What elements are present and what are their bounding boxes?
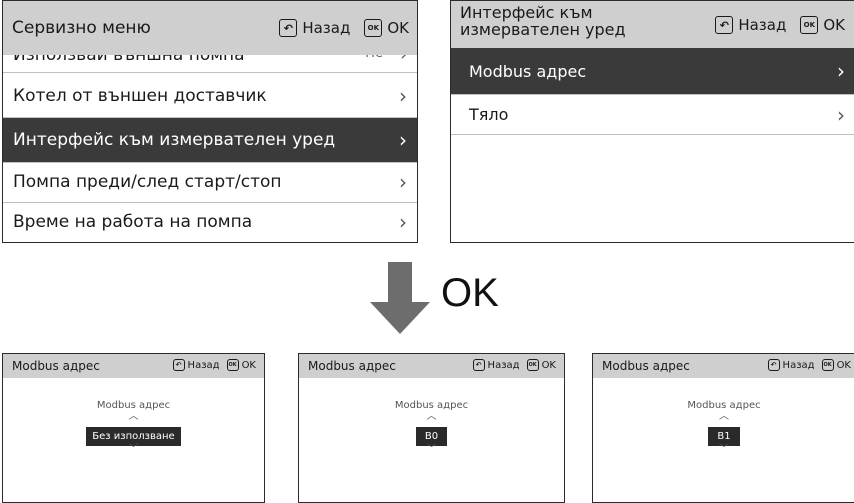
- chevron-right-icon: ›: [837, 59, 845, 83]
- chevron-down-icon[interactable]: ﹀: [3, 445, 264, 455]
- chevron-down-icon[interactable]: ﹀: [593, 445, 854, 455]
- ok-key-icon[interactable]: OK: [364, 19, 383, 37]
- list-item[interactable]: Помпа преди/след старт/стоп ›: [3, 163, 417, 203]
- modbus-header: Modbus адрес ↶ Назад OK OK: [299, 354, 564, 378]
- back-button[interactable]: Назад: [188, 360, 220, 371]
- ok-button[interactable]: OK: [387, 19, 409, 37]
- back-arrow-icon[interactable]: ↶: [715, 16, 734, 34]
- ok-button[interactable]: OK: [823, 16, 845, 34]
- service-menu-header: Сервизно меню ↶ Назад OK OK: [3, 1, 417, 55]
- list-item-selected[interactable]: Интерфейс към измервателен уред ›: [3, 118, 417, 163]
- list-item[interactable]: Котел от външен доставчик ›: [3, 73, 417, 118]
- modbus-screen: Modbus адрес ↶ Назад OK OK Modbus адрес …: [298, 353, 565, 503]
- back-button[interactable]: Назад: [738, 16, 786, 34]
- page-title: Modbus адрес: [308, 359, 396, 373]
- header-actions: ↶ Назад OK OK: [715, 16, 845, 34]
- page-title: Modbus адрес: [12, 359, 100, 373]
- value-caption: Modbus адрес: [394, 400, 469, 411]
- down-arrow-icon: [388, 262, 412, 304]
- page-title: Modbus адрес: [602, 359, 690, 373]
- chevron-up-icon[interactable]: ︿: [3, 412, 264, 422]
- meter-interface-header: Интерфейс към измервателен уред ↶ Назад …: [451, 1, 854, 48]
- back-arrow-icon[interactable]: ↶: [472, 359, 485, 371]
- list-item[interactable]: Тяло ›: [451, 95, 854, 135]
- chevron-up-icon[interactable]: ︿: [299, 412, 564, 422]
- meter-interface-panel: Интерфейс към измервателен уред ↶ Назад …: [450, 0, 854, 243]
- chevron-up-icon[interactable]: ︿: [593, 412, 854, 422]
- header-actions: ↶ Назад OK OK: [472, 359, 556, 371]
- header-actions: ↶ Назад OK OK: [767, 359, 851, 371]
- back-arrow-icon[interactable]: ↶: [172, 359, 185, 371]
- back-arrow-icon[interactable]: ↶: [279, 19, 298, 37]
- chevron-right-icon: ›: [837, 103, 845, 127]
- transition-ok-label: OK: [441, 271, 499, 315]
- chevron-right-icon: ›: [399, 128, 407, 152]
- value-caption: Modbus адрес: [96, 400, 171, 411]
- ok-key-icon[interactable]: OK: [226, 359, 239, 371]
- ok-button[interactable]: OK: [542, 360, 556, 371]
- header-actions: ↶ Назад OK OK: [279, 19, 409, 37]
- item-value: Не: [365, 55, 383, 61]
- back-button[interactable]: Назад: [783, 360, 815, 371]
- chevron-right-icon: ›: [400, 55, 407, 65]
- modbus-header: Modbus адрес ↶ Назад OK OK: [3, 354, 264, 378]
- chevron-right-icon: ›: [399, 210, 407, 234]
- back-button[interactable]: Назад: [302, 19, 350, 37]
- modbus-header: Modbus адрес ↶ Назад OK OK: [593, 354, 854, 378]
- ok-key-icon[interactable]: OK: [821, 359, 834, 371]
- page-title: Интерфейс към измервателен уред: [460, 3, 626, 39]
- down-arrow-head-icon: [370, 302, 430, 334]
- value-caption: Modbus адрес: [687, 400, 761, 411]
- modbus-screen: Modbus адрес ↶ Назад OK OK Modbus адрес …: [592, 353, 854, 503]
- list-item[interactable]: Време на работа на помпа ›: [3, 203, 417, 242]
- page-title: Сервизно меню: [12, 18, 151, 38]
- back-arrow-icon[interactable]: ↶: [767, 359, 780, 371]
- list-item-selected[interactable]: Modbus адрес ›: [451, 48, 854, 95]
- list-item[interactable]: Използвай външна помпа Не ›: [3, 55, 417, 73]
- ok-key-icon[interactable]: OK: [800, 16, 819, 34]
- ok-key-icon[interactable]: OK: [526, 359, 539, 371]
- ok-button[interactable]: OK: [242, 360, 256, 371]
- service-menu-panel: Сервизно меню ↶ Назад OK OK Използвай въ…: [2, 0, 418, 243]
- chevron-down-icon[interactable]: ﹀: [299, 445, 564, 455]
- header-actions: ↶ Назад OK OK: [172, 359, 256, 371]
- back-button[interactable]: Назад: [488, 360, 520, 371]
- chevron-right-icon: ›: [399, 170, 407, 194]
- ok-button[interactable]: OK: [837, 360, 851, 371]
- modbus-screen: Modbus адрес ↶ Назад OK OK Modbus адрес …: [2, 353, 265, 503]
- chevron-right-icon: ›: [399, 84, 407, 108]
